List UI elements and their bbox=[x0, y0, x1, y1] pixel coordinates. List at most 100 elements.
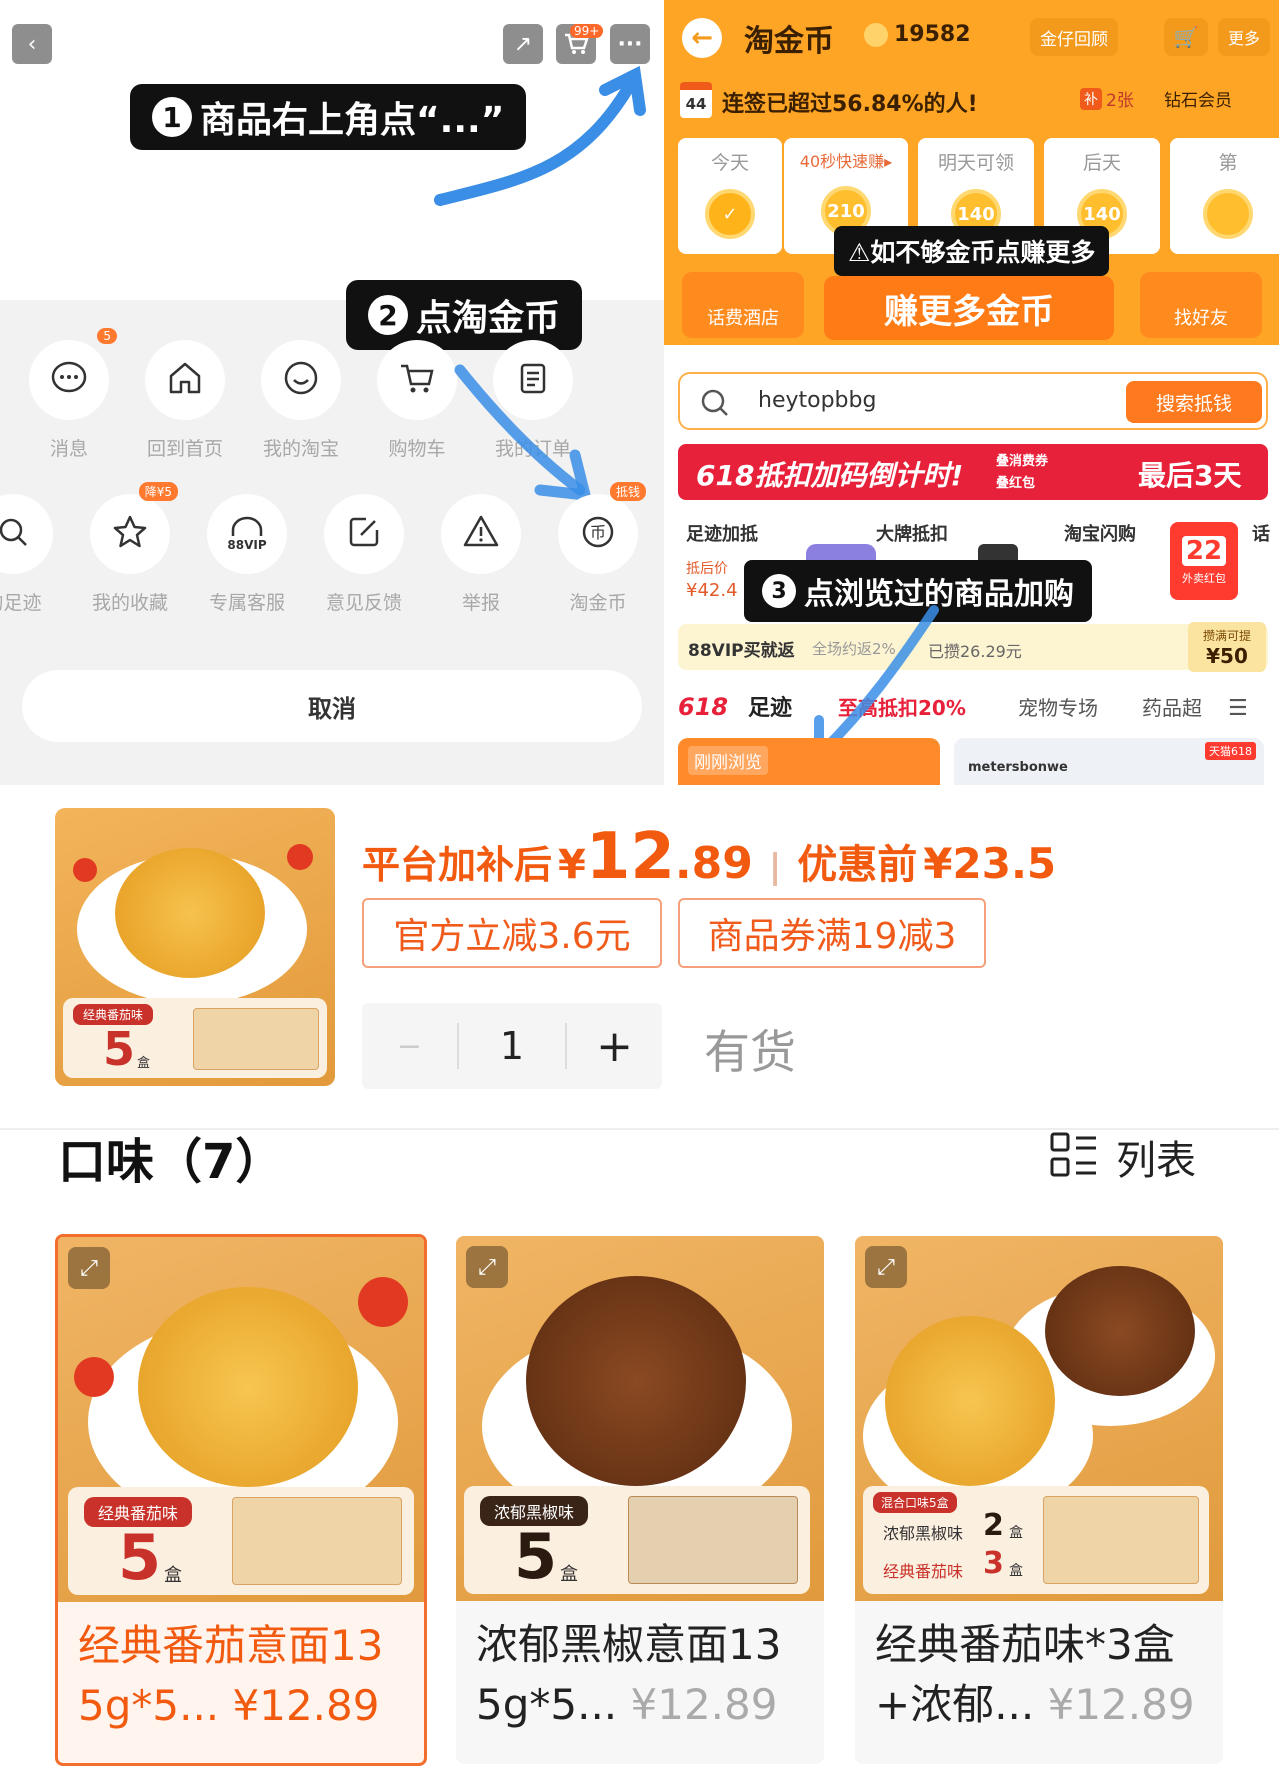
menu-item-footprint[interactable]: 的足迹 bbox=[0, 494, 68, 615]
card-price: ¥12.89 bbox=[232, 1681, 380, 1730]
find-friends-button[interactable]: 找好友 bbox=[1140, 272, 1262, 338]
vip-text: 88VIP bbox=[227, 538, 267, 552]
recent-label: 刚刚浏览 bbox=[688, 746, 768, 775]
menu-label: 我的收藏 bbox=[91, 592, 168, 614]
cat-more[interactable]: 话 bbox=[1252, 520, 1270, 546]
card-flavor: 混合口味5盒 bbox=[873, 1492, 957, 1513]
flavor-card-mixed[interactable]: ⤢ 混合口味5盒 浓郁黑椒味 2 盒 经典番茄味 3 盒 经典番茄味*3盒 +浓… bbox=[855, 1236, 1223, 1764]
menu-label: 购物车 bbox=[388, 438, 446, 460]
menu-item-report[interactable]: 举报 bbox=[426, 494, 536, 615]
mix2-name: 经典番茄味 bbox=[883, 1562, 964, 1581]
box-image bbox=[232, 1497, 402, 1585]
card-price: ¥12.89 bbox=[630, 1680, 778, 1729]
price-label: 平台加补后 bbox=[362, 843, 553, 887]
more-button[interactable]: 更多 bbox=[1218, 18, 1270, 56]
smile-icon bbox=[281, 358, 321, 402]
cancel-button[interactable]: 取消 bbox=[22, 670, 642, 742]
menu-item-service[interactable]: 88VIP 专属客服 bbox=[192, 494, 302, 615]
vip-cashback-strip[interactable]: 88VIP买就返 全场约返2% 已攒26.29元 攒满可提 ¥50 bbox=[678, 622, 1268, 672]
qty-plus-button[interactable]: + bbox=[567, 1003, 662, 1089]
menu-label: 淘金币 bbox=[569, 592, 627, 614]
ticket-count: 补 2张 bbox=[1080, 86, 1134, 111]
tab-pharmacy[interactable]: 药品超 bbox=[1142, 692, 1228, 721]
tab-pets[interactable]: 宠物专场 bbox=[1018, 692, 1142, 721]
flavor-image: ⤢ 浓郁黑椒味 5 盒 bbox=[456, 1236, 824, 1601]
brand-name: metersbonwe bbox=[968, 760, 1068, 775]
cat-brand[interactable]: 大牌抵扣 bbox=[876, 520, 948, 546]
orig-price: ¥23.5 bbox=[923, 839, 1057, 888]
back-arrow-icon[interactable]: ← bbox=[682, 18, 722, 58]
discount-tag-official: 官方立减3.6元 bbox=[362, 898, 662, 968]
menu-item-my-taobao[interactable]: 我的淘宝 bbox=[246, 340, 356, 461]
more-dots-icon[interactable]: ··· bbox=[610, 24, 650, 64]
thumb-count: 5 bbox=[103, 1022, 136, 1076]
qty-input[interactable]: 1 bbox=[459, 1003, 565, 1089]
signin-day-today[interactable]: 今天 ✓ bbox=[678, 138, 782, 254]
card-count: 5 bbox=[514, 1520, 558, 1593]
page-title: 淘金币 bbox=[744, 24, 834, 59]
banner-last-days: 最后3天 bbox=[1138, 459, 1242, 492]
price-row: 平台加补后 ¥ 12 .89 | 优惠前 ¥23.5 bbox=[362, 820, 1056, 894]
menu-item-taojinbi[interactable]: 币 抵钱 淘金币 bbox=[543, 482, 653, 615]
delivery-coupon[interactable]: 22 外卖红包 bbox=[1170, 522, 1238, 600]
discount-tag-coupon: 商品券满19减3 bbox=[678, 898, 986, 968]
card-count: 5 bbox=[118, 1521, 162, 1594]
price-int: 12 bbox=[585, 820, 675, 894]
flavor-card-black-pepper[interactable]: ⤢ 浓郁黑椒味 5 盒 浓郁黑椒意面13 5g*5... ¥12.89 bbox=[456, 1236, 824, 1764]
thumb-unit: 盒 bbox=[137, 1056, 151, 1071]
list-view-toggle[interactable]: 列表 bbox=[1050, 1128, 1196, 1186]
gold-review-button[interactable]: 金仔回顾 bbox=[1030, 18, 1118, 56]
card-unit: 盒 bbox=[164, 1565, 182, 1586]
home-icon bbox=[165, 358, 205, 402]
favorites-badge: 降¥5 bbox=[138, 482, 178, 501]
box-image bbox=[1043, 1496, 1199, 1584]
card-unit: 盒 bbox=[1009, 1525, 1023, 1541]
card-unit: 盒 bbox=[560, 1564, 578, 1585]
card-name-line1: 经典番茄味*3盒 bbox=[875, 1620, 1175, 1669]
menu-lines-icon[interactable]: ☰ bbox=[1228, 696, 1248, 721]
cart-icon[interactable]: 🛒 bbox=[1164, 18, 1208, 56]
cat-price-label: 抵后价 bbox=[686, 561, 728, 577]
flavor-image: ⤢ 混合口味5盒 浓郁黑椒味 2 盒 经典番茄味 3 盒 bbox=[855, 1236, 1223, 1601]
orig-label: 优惠前 bbox=[797, 842, 918, 888]
more-menu-panel: ‹ ↗ 99+ ··· 1 商品右上角点“...” 2 点淘金币 5 消息 回到… bbox=[0, 0, 664, 785]
earn-more-button[interactable]: 赚更多金币 bbox=[824, 276, 1114, 340]
message-badge: 5 bbox=[97, 328, 117, 344]
cat-flash[interactable]: 淘宝闪购 bbox=[1064, 520, 1136, 546]
menu-item-home[interactable]: 回到首页 bbox=[130, 340, 240, 461]
flavor-card-tomato[interactable]: ⤢ 经典番茄味 5 盒 经典番茄意面13 5g*5... ¥12.89 bbox=[55, 1234, 427, 1766]
menu-label: 专属客服 bbox=[208, 592, 285, 614]
price-sep: | bbox=[768, 847, 782, 887]
promo-banner[interactable]: 618抵扣加码倒计时! 叠消费券 叠红包 最后3天 bbox=[678, 444, 1268, 500]
topup-hotel-button[interactable]: 话费酒店 bbox=[682, 272, 804, 338]
menu-item-feedback[interactable]: 意见反馈 bbox=[309, 494, 419, 615]
coin-badge: 抵钱 bbox=[609, 482, 646, 501]
share-icon[interactable]: ↗ bbox=[503, 24, 543, 64]
cat-footprint[interactable]: 足迹加抵 bbox=[686, 520, 758, 546]
expand-icon[interactable]: ⤢ bbox=[68, 1247, 110, 1289]
88vip-service-icon: 88VIP bbox=[227, 516, 267, 552]
search-input[interactable]: heytopbbg bbox=[758, 388, 876, 413]
message-icon bbox=[49, 358, 89, 402]
expand-icon[interactable]: ⤢ bbox=[466, 1246, 508, 1288]
qty-minus-button[interactable]: − bbox=[362, 1003, 457, 1089]
search-icon bbox=[700, 388, 730, 422]
quantity-stepper: − 1 + bbox=[362, 1003, 662, 1089]
brand-card[interactable]: metersbonwe 天猫618 bbox=[954, 738, 1264, 785]
back-icon[interactable]: ‹ bbox=[12, 24, 52, 64]
signin-day-next[interactable]: 第 bbox=[1170, 138, 1279, 254]
stock-status: 有货 bbox=[704, 1025, 796, 1079]
menu-item-message[interactable]: 5 消息 bbox=[14, 328, 124, 461]
expand-icon[interactable]: ⤢ bbox=[865, 1246, 907, 1288]
recent-browsed-card[interactable]: 刚刚浏览 bbox=[678, 738, 940, 785]
svg-text:币: 币 bbox=[590, 523, 606, 542]
tab-618[interactable]: 618 bbox=[678, 693, 748, 721]
step2-number: 2 bbox=[368, 295, 408, 335]
menu-item-favorites[interactable]: 降¥5 我的收藏 bbox=[75, 482, 185, 615]
menu-label: 举报 bbox=[461, 592, 500, 614]
search-deduct-button[interactable]: 搜索抵钱 bbox=[1126, 381, 1262, 423]
product-thumbnail[interactable]: 经典番茄味 5 盒 bbox=[55, 808, 335, 1086]
coin-icon: 币 bbox=[578, 512, 618, 556]
card-name-line1: 浓郁黑椒意面13 bbox=[476, 1620, 782, 1669]
card-price: ¥12.89 bbox=[1047, 1680, 1195, 1729]
